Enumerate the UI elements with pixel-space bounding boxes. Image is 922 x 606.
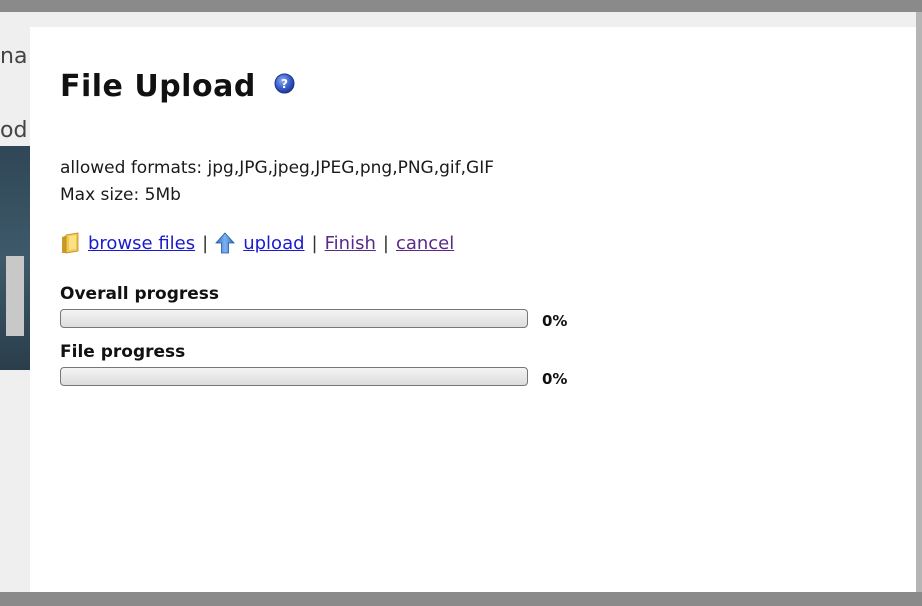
upload-link[interactable]: upload (243, 233, 304, 254)
background-text-fragment: na (0, 44, 28, 69)
upload-info: allowed formats: jpg,JPG,jpeg,JPEG,png,P… (60, 155, 494, 209)
overlay-top-band (0, 0, 922, 12)
svg-text:?: ? (281, 77, 288, 91)
allowed-formats-text: allowed formats: jpg,JPG,jpeg,JPEG,png,P… (60, 158, 495, 178)
finish-link[interactable]: Finish (325, 233, 376, 254)
overlay-right-strip (916, 12, 922, 606)
background-text-fragment: od (0, 118, 28, 143)
upload-dialog: File Upload ? allowed formats: jpg,JPG,j… (30, 27, 916, 592)
up-arrow-icon[interactable] (215, 231, 236, 255)
separator: | (202, 232, 209, 254)
folder-icon[interactable] (60, 231, 80, 255)
file-progress-bar (60, 367, 528, 386)
file-progress-label: File progress (60, 342, 186, 362)
cancel-link[interactable]: cancel (396, 233, 454, 254)
overall-progress-bar (60, 309, 528, 328)
overall-progress-label: Overall progress (60, 284, 220, 304)
separator: | (382, 232, 389, 254)
background-image-detail (6, 256, 24, 336)
file-progress-percent: 0% (542, 370, 568, 388)
browse-files-link[interactable]: browse files (88, 233, 195, 254)
upload-actions: browse files | upload | Finish | cancel (60, 231, 454, 255)
max-size-text: Max size: 5Mb (60, 185, 181, 205)
dialog-header: File Upload ? (60, 69, 295, 104)
background-image (0, 146, 30, 370)
overall-progress-percent: 0% (542, 312, 568, 330)
question-circle-icon[interactable]: ? (274, 73, 295, 94)
separator: | (311, 232, 318, 254)
overlay-bottom-strip (0, 592, 922, 606)
dialog-title: File Upload (60, 69, 256, 104)
